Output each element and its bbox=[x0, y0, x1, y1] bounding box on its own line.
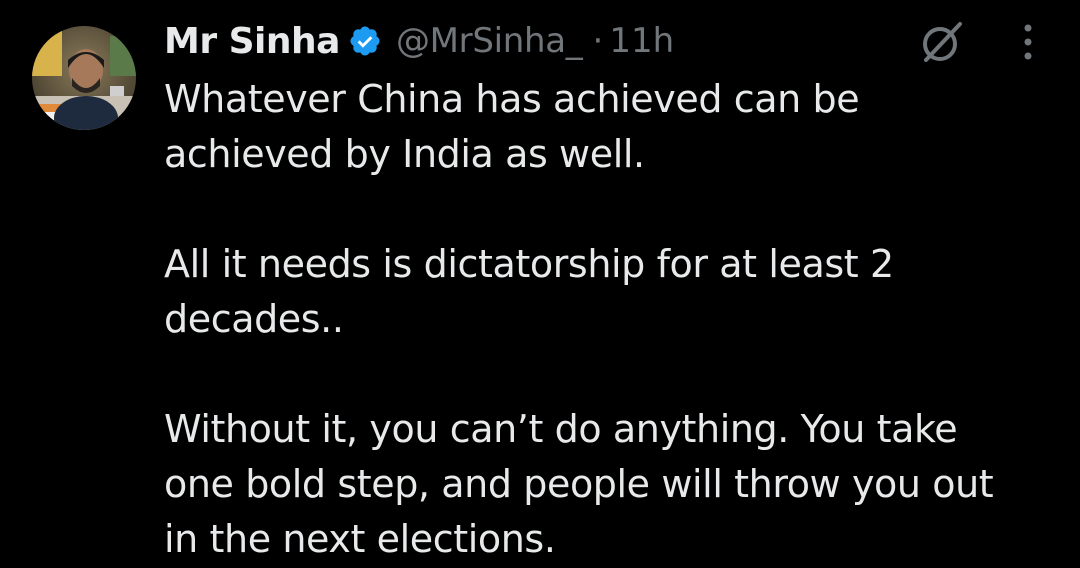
tweet-body: Mr Sinha @MrSinha_ · 11h Whatever China … bbox=[164, 12, 1044, 567]
tweet-text-line: All it needs is dictatorship for at leas… bbox=[164, 242, 894, 286]
verified-badge-icon[interactable] bbox=[348, 24, 382, 58]
more-options-icon[interactable] bbox=[1008, 20, 1048, 64]
author-name[interactable]: Mr Sinha bbox=[164, 21, 340, 62]
tweet-text-line: Without it, you can’t do anything. You t… bbox=[164, 407, 958, 451]
tweet[interactable]: Mr Sinha @MrSinha_ · 11h Whatever China … bbox=[0, 0, 1080, 568]
tweet-timestamp[interactable]: 11h bbox=[609, 21, 674, 61]
tweet-text-line: achieved by India as well. bbox=[164, 132, 645, 176]
tweet-header: Mr Sinha @MrSinha_ · 11h bbox=[164, 12, 1044, 70]
tweet-text-line: decades.. bbox=[164, 297, 344, 341]
grok-icon[interactable] bbox=[918, 18, 966, 66]
tweet-text-line bbox=[164, 347, 1044, 402]
avatar[interactable] bbox=[32, 26, 136, 130]
avatar-image bbox=[32, 26, 136, 130]
author-handle[interactable]: @MrSinha_ bbox=[396, 21, 583, 61]
tweet-text-line: in the next elections. bbox=[164, 517, 556, 561]
tweet-text-line: Whatever China has achieved can be bbox=[164, 77, 860, 121]
tweet-text-line bbox=[164, 182, 1044, 237]
separator-dot: · bbox=[592, 21, 604, 61]
tweet-text: Whatever China has achieved can be achie… bbox=[164, 72, 1044, 567]
tweet-text-line: one bold step, and people will throw you… bbox=[164, 462, 994, 506]
